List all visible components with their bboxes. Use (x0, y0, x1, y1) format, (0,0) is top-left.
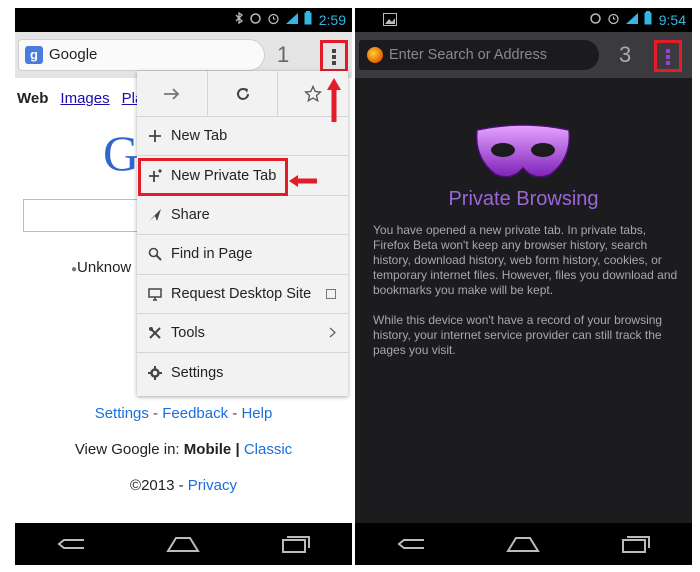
private-browsing-notice: While this device won't have a record of… (373, 313, 663, 357)
status-time: 9:54 (658, 12, 686, 28)
menu-item-share[interactable]: Share (137, 196, 348, 236)
url-text: Google (49, 46, 98, 63)
gear-icon (148, 366, 162, 381)
tab-images[interactable]: Images (60, 90, 109, 107)
location-label: Unknow (77, 259, 132, 276)
desktop-icon (148, 287, 162, 301)
home-icon (506, 537, 541, 552)
menu-button[interactable] (654, 40, 682, 72)
new-private-tab-highlight (138, 158, 288, 196)
home-button[interactable] (163, 530, 203, 558)
tools-icon (148, 326, 162, 340)
alarm-icon (268, 13, 279, 24)
desktop-site-checkbox[interactable] (326, 286, 336, 302)
battery-icon (304, 11, 312, 25)
share-icon (148, 208, 162, 222)
menu-item-request-desktop-site[interactable]: Request Desktop Site (137, 275, 348, 314)
search-icon (148, 247, 162, 262)
reload-button[interactable] (208, 71, 279, 116)
recents-button[interactable] (616, 530, 656, 558)
chevron-right-icon (329, 325, 337, 341)
plus-icon (148, 129, 162, 143)
status-icons (589, 11, 652, 25)
mobile-label: Mobile (183, 441, 232, 458)
recents-icon (621, 536, 650, 553)
status-icons (234, 11, 312, 25)
recents-button[interactable] (276, 530, 316, 558)
android-nav-bar (15, 523, 352, 565)
privacy-link[interactable]: Privacy (188, 477, 237, 494)
location-text: ●Unknow (71, 259, 132, 276)
feedback-link[interactable]: Feedback (162, 405, 228, 422)
google-logo: G (103, 125, 140, 181)
alarm-icon (608, 13, 619, 24)
sync-icon (590, 12, 601, 24)
sync-icon (250, 12, 261, 24)
settings-link[interactable]: Settings (95, 405, 149, 422)
tabs-counter[interactable]: 1 (277, 42, 289, 68)
private-mask-icon (475, 124, 571, 178)
private-browsing-title: Private Browsing (448, 188, 599, 210)
view-google-in: View Google in: Mobile | Classic (74, 441, 293, 458)
pointer-arrow-left-icon (289, 175, 317, 187)
menu-item-tools[interactable]: Tools (137, 314, 348, 354)
forward-arrow-icon (163, 87, 180, 100)
status-time: 2:59 (318, 12, 346, 28)
private-browsing-description: You have opened a new private tab. In pr… (373, 223, 678, 297)
back-button[interactable] (51, 530, 91, 558)
status-bar: 9:54 (355, 8, 692, 32)
right-phone-screen: 9:54 Enter Search or Address 3 Private B… (355, 8, 692, 565)
menu-action-row (137, 71, 348, 117)
browser-menu: New Tab New Private Tab Share Find in Pa… (137, 71, 348, 396)
pointer-arrow-up-icon (327, 78, 341, 122)
back-icon (57, 539, 85, 549)
tabs-counter[interactable]: 3 (619, 42, 631, 68)
android-nav-bar (355, 523, 692, 565)
menu-item-find-in-page[interactable]: Find in Page (137, 235, 348, 275)
status-bar: 2:59 (15, 8, 352, 32)
copyright: ©2013 - Privacy (130, 477, 237, 494)
back-button[interactable] (391, 530, 431, 558)
tab-web[interactable]: Web (17, 90, 48, 107)
bluetooth-icon (235, 12, 244, 24)
home-button[interactable] (503, 530, 543, 558)
menu-item-new-tab[interactable]: New Tab (137, 117, 348, 157)
star-icon (304, 84, 323, 102)
firefox-icon (367, 47, 383, 63)
browser-toolbar: Enter Search or Address 3 (355, 32, 692, 78)
forward-button[interactable] (137, 71, 208, 116)
back-icon (397, 539, 425, 549)
url-bar[interactable]: Enter Search or Address (359, 40, 599, 70)
footer-links: Settings - Feedback - Help (94, 405, 273, 422)
url-placeholder: Enter Search or Address (389, 47, 547, 63)
gallery-notification-icon (383, 13, 397, 26)
left-phone-screen: 2:59 g Google 1 Web Images Pla G ●Unknow… (15, 8, 352, 565)
recents-icon (281, 536, 310, 553)
google-search-tabs: Web Images Pla (17, 90, 143, 107)
reload-icon (236, 87, 249, 100)
menu-item-settings[interactable]: Settings (137, 353, 348, 392)
signal-icon (626, 12, 638, 24)
signal-icon (286, 12, 298, 24)
help-link[interactable]: Help (241, 405, 272, 422)
battery-icon (644, 11, 652, 25)
menu-button[interactable] (320, 40, 348, 72)
classic-link[interactable]: Classic (244, 441, 292, 458)
google-favicon-icon: g (25, 46, 43, 64)
home-icon (166, 537, 201, 552)
url-bar[interactable]: g Google (19, 40, 264, 70)
